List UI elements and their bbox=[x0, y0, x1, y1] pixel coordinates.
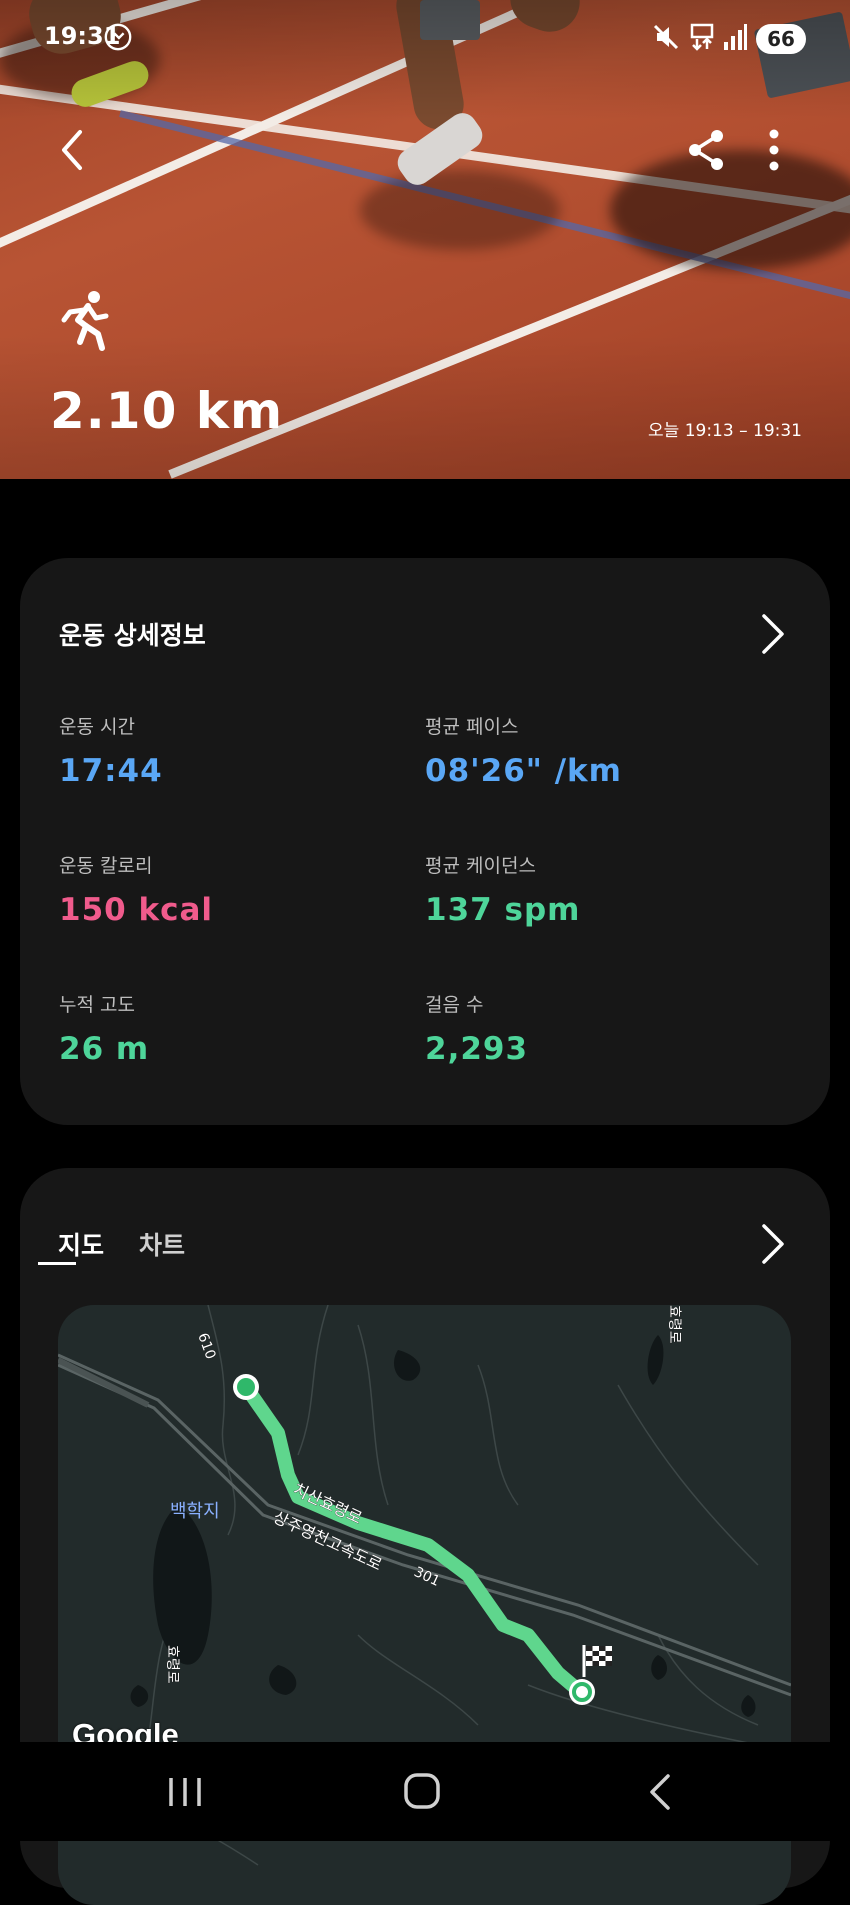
stat-cadence: 평균 케이던스 137 spm bbox=[425, 851, 580, 928]
stat-value: 26 m bbox=[59, 1031, 150, 1067]
stat-value: 150 kcal bbox=[59, 892, 214, 928]
stat-avg-pace: 평균 페이스 08'26" /km bbox=[425, 712, 622, 789]
tab-map[interactable]: 지도 bbox=[58, 1226, 104, 1262]
map-label-vertical-left: 효령로 bbox=[164, 1645, 180, 1684]
workout-details-card[interactable]: 운동 상세정보 운동 시간 17:44 평균 페이스 08'26" /km 운동… bbox=[20, 558, 830, 1125]
tab-chart[interactable]: 차트 bbox=[139, 1226, 185, 1262]
route-path bbox=[239, 1380, 585, 1697]
signal-icon bbox=[724, 24, 747, 50]
back-icon[interactable] bbox=[630, 1772, 690, 1812]
stat-label: 운동 시간 bbox=[59, 716, 135, 738]
workout-time-range: 오늘 19:13 – 19:31 bbox=[648, 421, 802, 441]
navigation-bar bbox=[0, 1742, 850, 1841]
map-label-road-301: 301 bbox=[411, 1564, 442, 1590]
recent-apps-icon[interactable] bbox=[155, 1772, 215, 1812]
chevron-right-icon[interactable] bbox=[758, 1222, 788, 1266]
stat-label: 평균 페이스 bbox=[425, 716, 519, 738]
stat-label: 걸음 수 bbox=[425, 994, 484, 1016]
stat-calories: 운동 칼로리 150 kcal bbox=[59, 851, 213, 928]
map-label-vertical-top: 효령로 bbox=[666, 1305, 682, 1344]
stat-value: 137 spm bbox=[425, 892, 581, 928]
stat-label: 누적 고도 bbox=[59, 994, 135, 1016]
tab-underline bbox=[38, 1262, 76, 1265]
stat-label: 평균 케이던스 bbox=[425, 855, 536, 877]
details-title: 운동 상세정보 bbox=[59, 621, 206, 650]
stat-value: 08'26" /km bbox=[425, 753, 622, 789]
stat-value: 2,293 bbox=[425, 1031, 529, 1067]
battery-icon: 66 bbox=[756, 24, 806, 54]
back-arrow-icon[interactable] bbox=[48, 124, 100, 176]
stat-label: 운동 칼로리 bbox=[59, 855, 153, 877]
home-icon[interactable] bbox=[392, 1772, 452, 1812]
stat-exercise-time: 운동 시간 17:44 bbox=[59, 712, 163, 789]
hero-banner: 19:31 66 2.10 km 오늘 19:13 – 19:31 bbox=[0, 0, 850, 479]
stat-steps: 걸음 수 2,293 bbox=[425, 990, 528, 1067]
stat-elevation: 누적 고도 26 m bbox=[59, 990, 149, 1067]
chevron-right-icon[interactable] bbox=[758, 612, 788, 656]
mute-icon bbox=[653, 24, 679, 50]
more-vert-icon[interactable] bbox=[748, 124, 800, 176]
finish-flag-icon bbox=[582, 1645, 612, 1677]
share-icon[interactable] bbox=[681, 124, 733, 176]
map-label-road-610: 610 bbox=[194, 1331, 218, 1362]
running-person-icon bbox=[61, 291, 109, 351]
chrome-sync-icon bbox=[104, 23, 132, 51]
map-label-lake: 백학지 bbox=[170, 1501, 220, 1522]
status-bar: 19:31 66 bbox=[0, 0, 850, 76]
stat-value: 17:44 bbox=[59, 753, 163, 789]
distance-value: 2.10 km bbox=[50, 382, 284, 440]
network-data-icon bbox=[690, 23, 714, 51]
